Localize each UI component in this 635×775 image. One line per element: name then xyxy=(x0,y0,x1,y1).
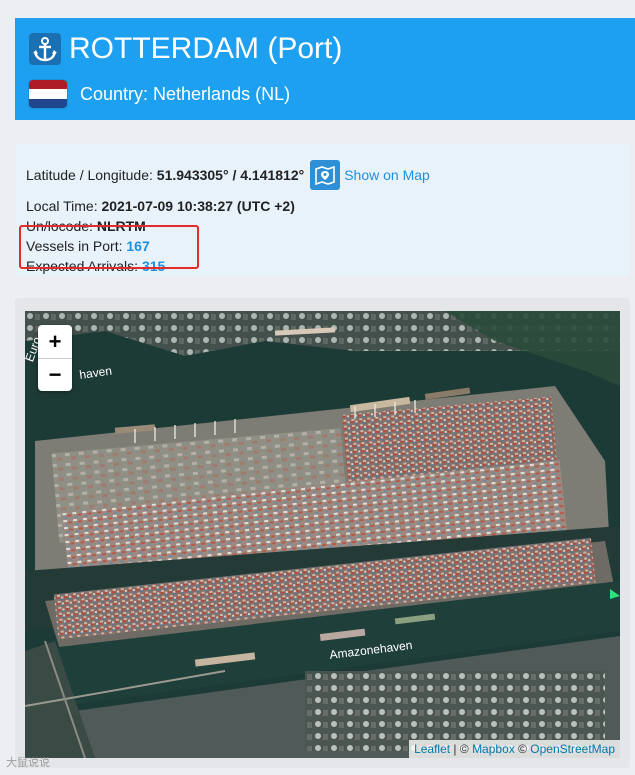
map-pin-icon[interactable] xyxy=(310,160,341,190)
leaflet-link[interactable]: Leaflet xyxy=(414,742,450,756)
attribution-sep1: | © xyxy=(450,742,473,756)
port-header: ROTTERDAM (Port) Country: Netherlands (N… xyxy=(15,18,635,120)
zoom-out-button[interactable]: − xyxy=(38,358,72,391)
local-time-value: 2021-07-09 10:38:27 (UTC +2) xyxy=(101,198,295,214)
country-label: Country: Netherlands (NL) xyxy=(80,83,291,104)
latlon-value: 51.943305° / 4.141812° xyxy=(156,167,305,183)
show-on-map-link[interactable]: Show on Map xyxy=(344,165,430,185)
zoom-control: + − xyxy=(38,325,72,391)
satellite-imagery: haven Euro Amazonehaven xyxy=(25,311,620,758)
vessels-count-link[interactable]: 167 xyxy=(126,238,149,254)
netherlands-flag-icon xyxy=(29,80,67,108)
watermark: 大鼠说说 xyxy=(6,757,50,769)
anchor-icon xyxy=(29,33,61,65)
map-attribution: Leaflet | © Mapbox © OpenStreetMap xyxy=(409,740,620,758)
unlocode-value: NLRTM xyxy=(96,218,146,234)
openstreetmap-link[interactable]: OpenStreetMap xyxy=(530,742,615,756)
satellite-map[interactable]: haven Euro Amazonehaven + − Leaflet | © … xyxy=(25,311,620,758)
vessels-row: Vessels in Port: 167 xyxy=(26,236,619,256)
latlon-row: Latitude / Longitude: 51.943305° / 4.141… xyxy=(26,158,619,192)
port-info-card: Latitude / Longitude: 51.943305° / 4.141… xyxy=(15,144,630,276)
mapbox-link[interactable]: Mapbox xyxy=(472,742,515,756)
arrivals-count-link[interactable]: 315 xyxy=(142,258,165,274)
unlocode-label: Un/locode: xyxy=(26,218,93,234)
map-card: haven Euro Amazonehaven + − Leaflet | © … xyxy=(15,298,630,768)
attribution-sep2: © xyxy=(514,742,531,756)
local-time-row: Local Time: 2021-07-09 10:38:27 (UTC +2) xyxy=(26,196,619,216)
arrivals-row: Expected Arrivals: 315 xyxy=(26,256,619,276)
local-time-label: Local Time: xyxy=(26,198,98,214)
unlocode-row: Un/locode: NLRTM xyxy=(26,216,619,236)
zoom-in-button[interactable]: + xyxy=(38,325,72,358)
page-title: ROTTERDAM (Port) xyxy=(69,32,343,65)
latlon-label: Latitude / Longitude: xyxy=(26,167,153,183)
vessels-label: Vessels in Port: xyxy=(26,238,123,254)
arrivals-label: Expected Arrivals: xyxy=(26,258,139,274)
